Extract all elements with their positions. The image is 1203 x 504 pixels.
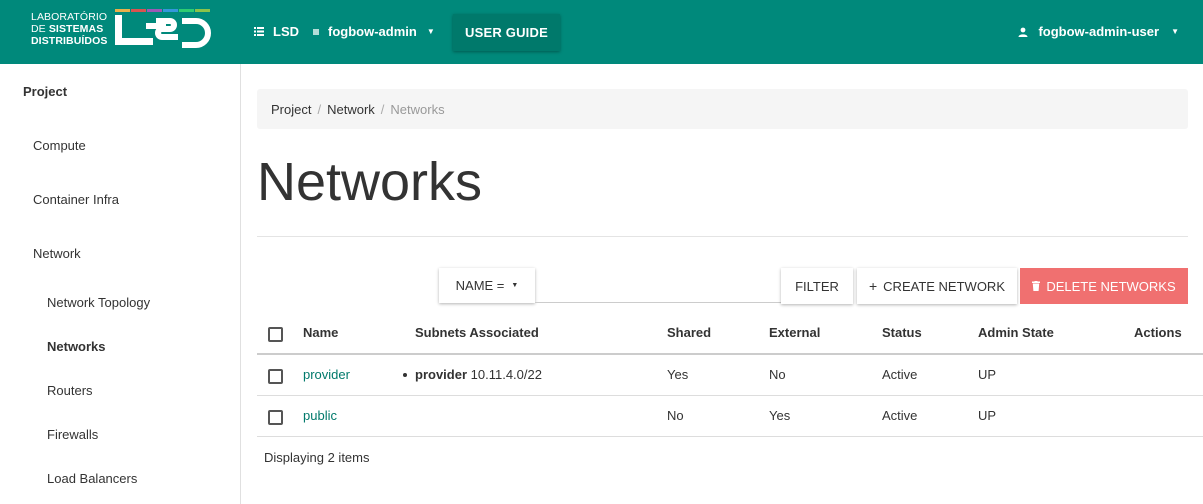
- delete-networks-button[interactable]: DELETE NETWORKS: [1020, 268, 1188, 304]
- breadcrumb-networks: Networks: [390, 101, 445, 117]
- external-cell: Yes: [769, 408, 791, 423]
- column-header-admin-state[interactable]: Admin State: [978, 325, 1054, 340]
- sidebar-item-networks[interactable]: Networks: [47, 339, 106, 354]
- logo-stripe: [163, 9, 178, 12]
- divider: [257, 236, 1188, 237]
- sidebar: Project Compute Container Infra Network …: [0, 64, 241, 504]
- network-name-link[interactable]: public: [303, 408, 337, 423]
- delete-networks-label: DELETE NETWORKS: [1046, 278, 1176, 294]
- sidebar-item-network-topology[interactable]: Network Topology: [47, 295, 150, 310]
- lsd-logo[interactable]: LABORATÓRIO DE SISTEMAS DISTRIBUÍDOS: [28, 9, 213, 51]
- logo-stripe: [179, 9, 194, 12]
- column-header-subnets[interactable]: Subnets Associated: [415, 325, 539, 340]
- row-checkbox[interactable]: [268, 410, 283, 425]
- caret-down-icon: ▼: [1171, 27, 1179, 36]
- top-navbar: LABORATÓRIO DE SISTEMAS DISTRIBUÍDOS LSD…: [0, 0, 1203, 64]
- page-title: Networks: [257, 152, 483, 212]
- header-divider: [257, 353, 1203, 355]
- column-header-external[interactable]: External: [769, 325, 820, 340]
- column-header-shared[interactable]: Shared: [667, 325, 711, 340]
- sidebar-item-load-balancers[interactable]: Load Balancers: [47, 471, 137, 486]
- network-name-link[interactable]: provider: [303, 367, 350, 382]
- logo-stripe: [195, 9, 210, 12]
- sidebar-section-project[interactable]: Project: [23, 84, 67, 99]
- logo-line-3: DISTRIBUÍDOS: [31, 35, 107, 47]
- logo-stripe: [115, 9, 130, 12]
- column-header-status[interactable]: Status: [882, 325, 922, 340]
- breadcrumb-network[interactable]: Network: [327, 102, 375, 117]
- caret-down-icon: ▼: [511, 282, 519, 289]
- breadcrumb-separator: /: [317, 101, 322, 117]
- project-context-switcher[interactable]: LSD fogbow-admin ▼: [254, 24, 435, 39]
- sidebar-item-compute[interactable]: Compute: [33, 138, 86, 153]
- breadcrumb-project[interactable]: Project: [271, 102, 311, 117]
- filter-button[interactable]: FILTER: [781, 268, 853, 304]
- external-cell: No: [769, 367, 786, 382]
- sidebar-item-firewalls[interactable]: Firewalls: [47, 427, 98, 442]
- bullet-icon: [403, 373, 407, 377]
- sidebar-item-network[interactable]: Network: [33, 246, 81, 261]
- status-cell: Active: [882, 367, 918, 382]
- lsd-logo-mark: [115, 9, 211, 48]
- trash-icon: [1032, 281, 1041, 291]
- plus-icon: +: [868, 278, 878, 294]
- create-network-button[interactable]: + CREATE NETWORK: [857, 268, 1017, 304]
- shared-cell: No: [667, 408, 684, 423]
- caret-down-icon: ▼: [426, 27, 435, 36]
- sidebar-item-container-infra[interactable]: Container Infra: [33, 192, 119, 207]
- subnet-cell: provider 10.11.4.0/22: [415, 367, 542, 382]
- subnet-cidr: 10.11.4.0/22: [470, 367, 542, 382]
- logo-line-1: LABORATÓRIO: [31, 11, 108, 23]
- logo-text: LABORATÓRIO DE SISTEMAS DISTRIBUÍDOS: [31, 11, 107, 47]
- filter-field-label: NAME =: [455, 278, 505, 293]
- user-name: fogbow-admin-user: [1038, 24, 1160, 39]
- logo-line-2a: DE: [31, 23, 46, 35]
- logo-line-3b: DISTRIBUÍDOS: [31, 35, 108, 47]
- select-all-checkbox[interactable]: [268, 327, 283, 342]
- filter-input[interactable]: [535, 268, 781, 303]
- row-divider: [257, 395, 1203, 396]
- logo-stripe: [147, 9, 162, 12]
- user-guide-button[interactable]: USER GUIDE: [453, 14, 560, 51]
- admin-state-cell: UP: [978, 367, 997, 382]
- admin-state-cell: UP: [978, 408, 997, 423]
- column-header-name[interactable]: Name: [303, 325, 338, 340]
- filter-field-dropdown[interactable]: NAME = ▼: [439, 268, 535, 303]
- project-name: fogbow-admin: [328, 24, 417, 39]
- breadcrumb: Project / Network / Networks: [257, 89, 1188, 129]
- status-cell: Active: [882, 408, 918, 423]
- create-network-label: CREATE NETWORK: [883, 278, 1005, 294]
- domain-name: LSD: [273, 24, 299, 39]
- user-icon: [1018, 27, 1028, 37]
- user-menu[interactable]: fogbow-admin-user ▼: [1018, 24, 1179, 39]
- column-header-actions: Actions: [1134, 325, 1182, 340]
- row-checkbox[interactable]: [268, 369, 283, 384]
- logo-line-2b: SISTEMAS: [48, 23, 104, 35]
- logo-stripe: [131, 9, 146, 12]
- subnet-name: provider: [415, 367, 468, 382]
- project-icon: [313, 28, 319, 35]
- shared-cell: Yes: [667, 367, 689, 382]
- list-icon: [254, 27, 264, 36]
- sidebar-item-routers[interactable]: Routers: [47, 383, 93, 398]
- logo-line-2: DE SISTEMAS: [31, 23, 107, 35]
- row-divider: [257, 436, 1203, 437]
- breadcrumb-separator: /: [380, 101, 385, 117]
- table-footer-count: Displaying 2 items: [264, 450, 370, 465]
